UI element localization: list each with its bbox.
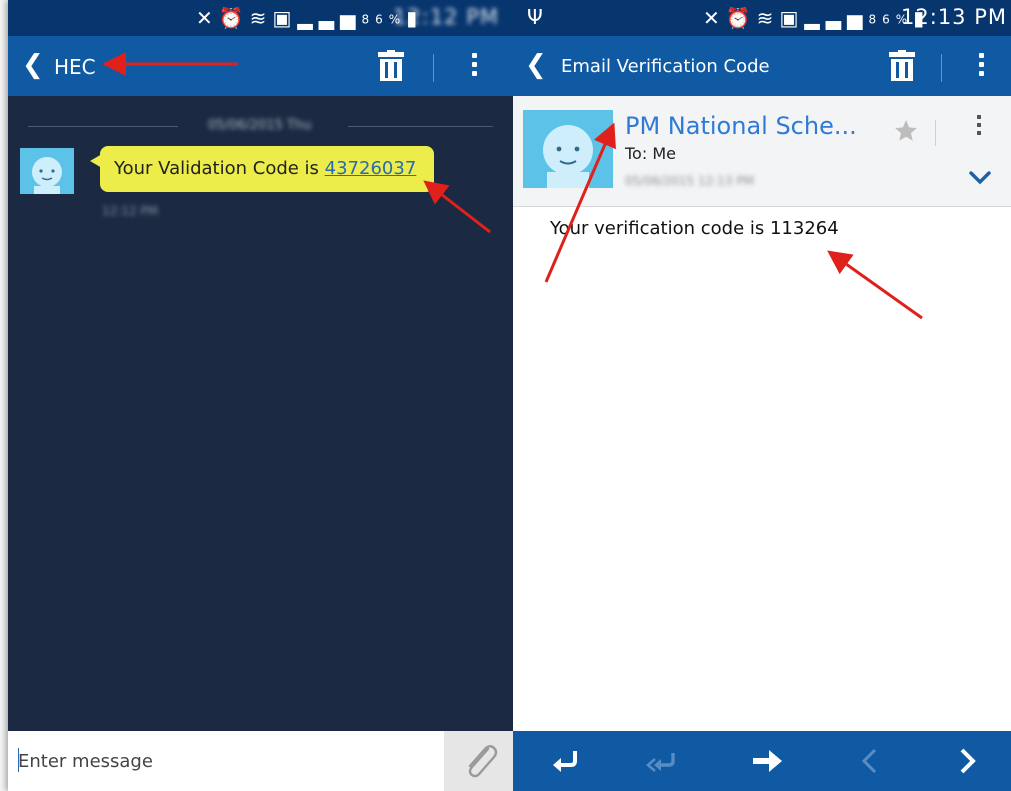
conversation-title[interactable]: HEC [54, 54, 96, 80]
sender-name[interactable]: PM National Sche... [625, 112, 857, 140]
status-icons: ✕⏰≋▣▂▃▅86%▮ [703, 6, 930, 30]
attach-button[interactable] [444, 731, 513, 791]
usb-icon: Ψ [527, 5, 543, 29]
back-icon[interactable]: ❮ [22, 50, 44, 80]
text-cursor [18, 748, 19, 772]
signal-icon: ▂▃▅ [297, 6, 362, 30]
status-bar: ✕⏰≋▣▂▃▅86%▮ 12:12 PM [8, 0, 513, 36]
email-date: 05/06/2015 12:13 PM [625, 174, 754, 188]
email-panel: Ψ ✕⏰≋▣▂▃▅86%▮ 12:13 PM ❮ Email Verificat… [513, 0, 1011, 791]
email-action-bar [513, 731, 1011, 791]
mute-icon: ✕ [703, 6, 726, 30]
sim-icon: ▣ [779, 6, 805, 30]
status-time: 12:13 PM [901, 5, 1007, 29]
signal-icon: ▂▃▅ [804, 6, 869, 30]
star-icon[interactable] [893, 118, 919, 144]
next-icon [960, 748, 976, 774]
reply-button[interactable] [547, 743, 583, 779]
message-input[interactable] [8, 731, 444, 791]
recipient-line: To: Me [625, 144, 676, 163]
status-icons: ✕⏰≋▣▂▃▅86%▮ [196, 6, 423, 30]
email-subject-title[interactable]: Email Verification Code [561, 54, 770, 80]
previous-button[interactable] [853, 743, 889, 779]
forward-icon [753, 750, 782, 772]
reply-all-icon [646, 753, 675, 772]
more-icon[interactable] [971, 50, 991, 82]
toolbar: ❮ HEC [8, 36, 513, 96]
toolbar-divider [433, 54, 434, 82]
mute-icon: ✕ [196, 6, 219, 30]
chevron-down-icon[interactable] [969, 170, 991, 186]
divider-line [28, 126, 178, 127]
contact-avatar[interactable] [20, 148, 74, 194]
message-text: Your Validation Code is 43726037 [114, 158, 416, 179]
previous-icon [861, 748, 877, 774]
date-divider: 05/06/2015 Thu [28, 118, 493, 134]
validation-code-link[interactable]: 43726037 [325, 158, 417, 179]
person-icon [20, 148, 74, 194]
email-body: Your verification code is 113264 [550, 218, 839, 239]
reply-all-button[interactable] [643, 743, 679, 779]
wifi-icon: ≋ [756, 6, 780, 30]
message-bubble[interactable]: Your Validation Code is 43726037 [90, 146, 434, 192]
email-header: PM National Sche... To: Me 05/06/2015 12… [513, 96, 1011, 207]
divider-line [348, 126, 493, 127]
sms-panel: ✕⏰≋▣▂▃▅86%▮ 12:12 PM ❮ HEC 05/06/2015 Th… [8, 0, 513, 791]
paperclip-icon [468, 745, 498, 778]
status-time: 12:12 PM [393, 5, 499, 29]
reply-icon [553, 751, 577, 772]
toolbar-divider [941, 54, 942, 82]
compose-bar [8, 731, 513, 791]
back-icon[interactable]: ❮ [525, 50, 547, 80]
trash-icon[interactable] [376, 50, 406, 82]
alarm-icon: ⏰ [725, 6, 757, 30]
wifi-icon: ≋ [249, 6, 273, 30]
header-divider [935, 120, 936, 146]
trash-icon[interactable] [887, 50, 917, 82]
more-icon[interactable] [971, 112, 987, 150]
message-prefix: Your Validation Code is [114, 158, 325, 179]
forward-button[interactable] [749, 743, 785, 779]
message-time: 12:12 PM [102, 204, 158, 218]
next-button[interactable] [949, 743, 985, 779]
status-bar: Ψ ✕⏰≋▣▂▃▅86%▮ 12:13 PM [513, 0, 1011, 36]
alarm-icon: ⏰ [218, 6, 250, 30]
more-icon[interactable] [464, 50, 484, 82]
date-divider-text: 05/06/2015 Thu [208, 118, 312, 133]
person-icon [523, 110, 613, 188]
sim-icon: ▣ [272, 6, 298, 30]
toolbar: ❮ Email Verification Code [513, 36, 1011, 96]
sender-avatar[interactable] [523, 110, 613, 188]
